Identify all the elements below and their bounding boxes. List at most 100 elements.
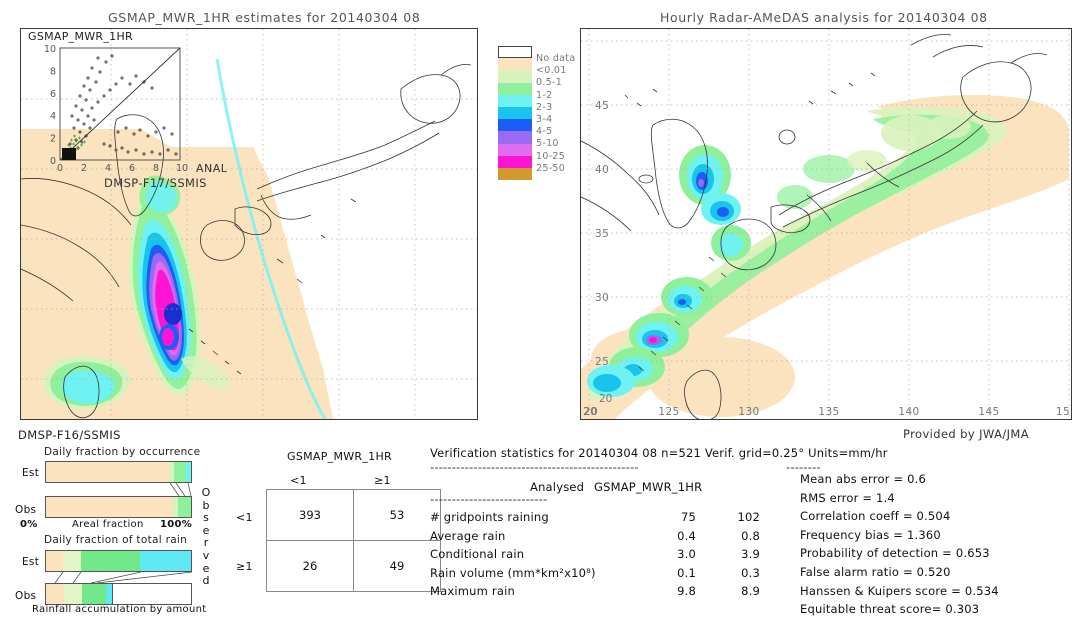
bar-seg — [112, 584, 191, 604]
contingency-table[interactable]: 393 53 26 49 — [266, 489, 441, 592]
colorbar-label: 5-10 — [536, 138, 559, 150]
occurrence-connectors — [169, 483, 192, 497]
contingency-col-header-lt1: <1 — [290, 474, 307, 487]
observed-axis-label: Observed — [201, 486, 211, 588]
cell-hit-lt1-lt1: 393 — [266, 489, 354, 541]
sensor-label-f17: DMSP-F17/SSMIS — [104, 176, 207, 190]
bar-seg — [82, 584, 107, 604]
stat-analysed: 3.0 — [677, 547, 696, 562]
cell-ge1-ge1: 49 — [353, 540, 441, 592]
colorbar-swatch — [498, 82, 532, 95]
score-false-alarm-ratio: False alarm ratio = 0.520 — [800, 564, 951, 579]
contingency-row-header-lt1: <1 — [236, 511, 253, 524]
bar-seg — [174, 462, 186, 482]
svg-text:35: 35 — [595, 228, 609, 240]
cell-ge1-lt1: 26 — [266, 540, 354, 592]
colorbar-swatch — [498, 94, 532, 107]
contingency-model-label: GSMAP_MWR_1HR — [287, 450, 392, 463]
stat-analysed: 9.8 — [677, 584, 696, 599]
scatter-inset-label: GSMAP_MWR_1HR — [28, 30, 133, 43]
colorbar-label: 4-5 — [536, 126, 553, 138]
scores-list: Mean abs error = 0.6 RMS error = 1.4 Cor… — [800, 472, 999, 621]
score-mean-abs-error: Mean abs error = 0.6 — [800, 472, 927, 486]
verification-row: # gridpoints raining 75 102 — [430, 510, 790, 529]
svg-text:6: 6 — [129, 163, 135, 174]
score-probability-of-detection: Probability of detection = 0.653 — [800, 546, 990, 561]
svg-text:15: 15 — [1056, 406, 1070, 418]
colorbar-label: <0.01 — [536, 65, 567, 77]
colorbar-swatches — [498, 46, 532, 181]
svg-text:4: 4 — [105, 163, 111, 174]
right-panel-title: Hourly Radar-AMeDAS analysis for 2014030… — [660, 10, 988, 25]
stat-name: Maximum rain — [430, 584, 515, 599]
left-panel-title: GSMAP_MWR_1HR estimates for 20140304 08 — [108, 10, 421, 25]
verification-dash-long: ----------------------------------------… — [430, 460, 639, 474]
svg-text:40: 40 — [595, 164, 609, 176]
svg-text:0: 0 — [57, 163, 63, 174]
contingency-col-header-ge1: ≥1 — [374, 474, 391, 487]
colorbar-swatch — [498, 143, 532, 156]
svg-text:6: 6 — [50, 89, 56, 100]
verification-rows: # gridpoints raining 75 102 Average rain… — [430, 510, 790, 603]
svg-text:135: 135 — [818, 406, 839, 418]
score-equitable-threat: Equitable threat score= 0.303 — [800, 602, 980, 617]
svg-text:10: 10 — [44, 44, 56, 55]
svg-text:140: 140 — [898, 406, 919, 418]
occurrence-est-bar[interactable] — [45, 461, 192, 483]
svg-text:4: 4 — [50, 111, 56, 122]
bar-seg — [46, 551, 64, 571]
right-map-panel[interactable]: 45 40 35 30 25 20 20 125 130 135 140 145… — [580, 28, 1072, 441]
colorbar[interactable]: No data <0.01 0.5-1 1-2 2-3 3-4 4-5 5-10… — [498, 46, 575, 181]
colorbar-label: 10-25 — [536, 150, 566, 162]
right-map-svg: 45 40 35 30 25 20 20 125 130 135 140 145… — [581, 29, 1071, 419]
colorbar-swatch — [498, 106, 532, 120]
total-obs-bar[interactable] — [45, 583, 192, 605]
areal-axis-center: Areal fraction — [72, 519, 144, 530]
verification-header: Verification statistics for 20140304 08 … — [430, 446, 888, 460]
svg-text:130: 130 — [738, 406, 759, 418]
svg-text:2: 2 — [81, 163, 87, 174]
svg-text:30: 30 — [595, 292, 609, 304]
table-row: 393 53 — [266, 489, 441, 541]
svg-text:125: 125 — [658, 406, 679, 418]
bar-seg — [63, 551, 81, 571]
occurrence-obs-label: Obs — [15, 504, 37, 516]
svg-text:145: 145 — [978, 406, 999, 418]
bar-seg — [185, 462, 191, 482]
stat-model: 8.9 — [741, 584, 760, 599]
stat-name: Rain volume (mm*km²x10⁸) — [430, 565, 596, 580]
bar-seg — [46, 462, 170, 482]
svg-text:2: 2 — [50, 134, 56, 145]
scatter-inset-svg: 10 8 6 4 2 0 — [44, 44, 181, 167]
occurrence-obs-bar[interactable] — [45, 496, 192, 518]
colorbar-label: 2-3 — [536, 101, 553, 113]
score-rms-error: RMS error = 1.4 — [800, 490, 895, 505]
bar-seg — [177, 497, 191, 517]
verification-row: Maximum rain 9.8 8.9 — [430, 584, 790, 603]
stat-analysed: 75 — [680, 510, 696, 524]
total-est-bar[interactable] — [45, 550, 192, 572]
scatter-points — [62, 54, 178, 160]
svg-text:25: 25 — [595, 356, 609, 368]
bar-seg — [46, 584, 64, 604]
colorbar-swatch — [498, 70, 532, 83]
table-row: 26 49 — [266, 540, 441, 592]
right-map-canvas[interactable]: 45 40 35 30 25 20 20 125 130 135 140 145… — [581, 29, 1071, 419]
score-correlation-coeff: Correlation coeff = 0.504 — [800, 509, 951, 524]
bar-seg — [140, 551, 191, 571]
col-header-model: GSMAP_MWR_1HR — [594, 480, 703, 494]
colorbar-swatch — [498, 167, 532, 181]
areal-axis-left: 0% — [20, 519, 38, 530]
score-hanssen-kuipers: Hanssen & Kuipers score = 0.534 — [800, 583, 999, 598]
colorbar-swatch — [498, 155, 532, 168]
colorbar-swatch — [498, 131, 532, 144]
verification-dash-short: --------------------------- — [430, 492, 548, 506]
stat-analysed: 0.1 — [677, 565, 696, 580]
svg-text:8: 8 — [153, 163, 159, 174]
sensor-label-f16: DMSP-F16/SSMIS — [18, 428, 121, 442]
verification-row: Rain volume (mm*km²x10⁸) 0.1 0.3 — [430, 566, 790, 585]
verification-row: Average rain 0.4 0.8 — [430, 529, 790, 548]
scatter-inset[interactable]: 10 8 6 4 2 0 GSMAP_MWR_1HR — [24, 30, 192, 174]
svg-text:10: 10 — [176, 163, 188, 174]
colorbar-label: No data — [536, 53, 576, 64]
